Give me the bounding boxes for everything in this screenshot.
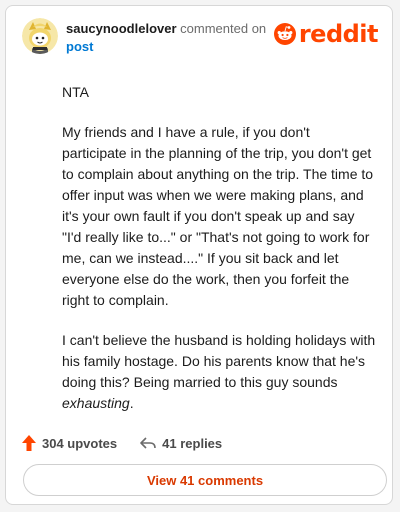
reply-button[interactable]: 41 replies (139, 436, 222, 451)
reddit-brand[interactable]: reddit (273, 20, 379, 48)
comment-action-text: commented on (180, 21, 267, 36)
view-comments-button[interactable]: View 41 comments (23, 464, 387, 496)
upvote-arrow-icon (22, 435, 36, 451)
comment-actions: 304 upvotes 41 replies (21, 434, 244, 452)
comment-text-end: . (129, 395, 134, 411)
comment-text: I can't believe the husband is holding h… (62, 332, 376, 390)
view-comments-label: View 41 comments (146, 472, 264, 488)
reddit-logo-icon (273, 23, 296, 45)
comment-header: saucynoodlelover commented on post (66, 20, 276, 56)
comment-paragraph: My friends and I have a rule, if you don… (62, 124, 374, 308)
post-link[interactable]: post (66, 38, 276, 56)
comment-card: saucynoodlelover commented on post reddi… (5, 5, 393, 505)
username[interactable]: saucynoodlelover (66, 21, 177, 36)
reply-count: 41 replies (162, 435, 223, 451)
upvote-button[interactable]: 304 upvotes (21, 434, 117, 452)
comment-paragraph: NTA (62, 84, 89, 100)
reply-arrow-icon (140, 437, 156, 449)
comment-paragraph: I can't believe the husband is holding h… (62, 330, 376, 414)
user-avatar[interactable] (22, 18, 58, 54)
reddit-wordmark: reddit (298, 20, 379, 48)
upvote-count: 304 upvotes (42, 435, 118, 451)
emphasized-text: exhausting (62, 395, 130, 411)
comment-body: NTA My friends and I have a rule, if you… (62, 82, 376, 433)
snoo-avatar-icon (22, 18, 58, 54)
